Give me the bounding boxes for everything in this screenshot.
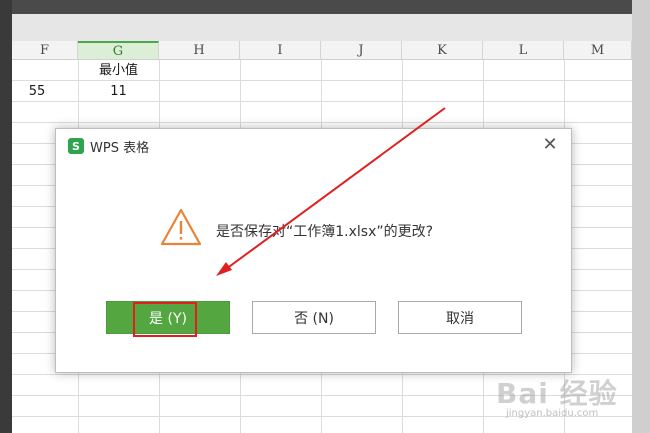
dialog-titlebar: S WPS 表格 <box>68 137 150 156</box>
warning-icon <box>160 208 202 246</box>
cell-f2[interactable]: 55 <box>12 81 62 102</box>
wps-logo-icon: S <box>68 138 84 154</box>
column-header-f[interactable]: F <box>12 41 78 60</box>
no-button[interactable]: 否 (N) <box>252 301 376 334</box>
column-header-l[interactable]: L <box>483 41 564 60</box>
formula-bar-area <box>12 14 632 41</box>
watermark-logo: Bai 经验 <box>496 377 618 410</box>
outer-background-left <box>0 0 12 433</box>
column-header-i[interactable]: I <box>240 41 321 60</box>
close-button[interactable]: ✕ <box>541 135 559 155</box>
save-changes-dialog: S WPS 表格 ✕ 是否保存对“工作簿1.xlsx”的更改? 是 (Y) 否 … <box>55 128 572 373</box>
yes-button[interactable]: 是 (Y) <box>106 301 230 334</box>
outer-background-top <box>0 0 650 14</box>
dialog-title: WPS 表格 <box>90 140 150 156</box>
cell-g2[interactable]: 11 <box>78 81 159 102</box>
column-header-g[interactable]: G <box>78 41 159 60</box>
dialog-message: 是否保存对“工作簿1.xlsx”的更改? <box>216 224 434 240</box>
watermark-url: jingyan.baidu.com <box>506 408 599 419</box>
column-header-h[interactable]: H <box>159 41 240 60</box>
column-header-m[interactable]: M <box>564 41 632 60</box>
column-header-k[interactable]: K <box>402 41 483 60</box>
cell-g1[interactable]: 最小值 <box>78 60 159 81</box>
outer-background-right <box>632 0 650 433</box>
column-header-j[interactable]: J <box>321 41 402 60</box>
cancel-button[interactable]: 取消 <box>398 301 522 334</box>
